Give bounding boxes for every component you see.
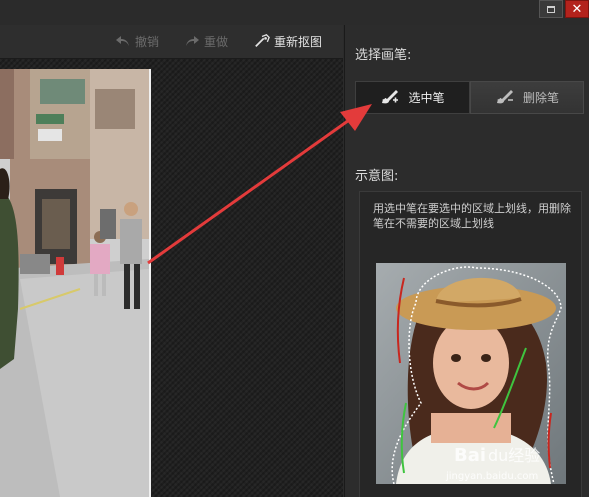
demo-section-title: 示意图: [355, 169, 399, 184]
close-button[interactable]: ✕ [565, 0, 589, 18]
redo-label: 重做 [204, 34, 229, 49]
demo-box: 用选中笔在要选中的区域上划线，用删除笔在不需要的区域上划线 Bai du经验 j… [359, 191, 582, 497]
editor-toolbar: 撤销 重做 重新抠图 [0, 25, 343, 59]
demo-description: 用选中笔在要选中的区域上划线，用删除笔在不需要的区域上划线 [373, 202, 571, 230]
select-pen-button[interactable]: 选中笔 [355, 81, 470, 114]
delete-brush-icon [495, 87, 515, 108]
pen-section-title: 选择画笔: [355, 48, 412, 63]
redo-arrow-icon [184, 33, 200, 49]
delete-pen-label: 删除笔 [522, 91, 559, 105]
brush-panel: 选择画笔: 选中笔 删除笔 示意图: 用选中笔在要选中的区域上划线，用删除笔在不… [344, 25, 589, 497]
svg-text:du经验: du经验 [488, 446, 540, 465]
select-brush-icon [380, 87, 400, 108]
demo-illustration: Bai du经验 jingyan.baidu.com [376, 263, 566, 484]
maximize-icon [547, 5, 555, 13]
redo-button[interactable]: 重做 [184, 32, 228, 50]
select-pen-label: 选中笔 [408, 91, 445, 105]
delete-pen-button[interactable]: 删除笔 [470, 81, 584, 114]
wand-icon [254, 33, 270, 49]
undo-button[interactable]: 撤销 [115, 32, 159, 50]
source-photo[interactable] [0, 69, 151, 497]
undo-arrow-icon [115, 33, 131, 49]
editor-area: 撤销 重做 重新抠图 [0, 25, 343, 497]
close-icon: ✕ [571, 1, 583, 17]
image-canvas[interactable] [0, 59, 343, 497]
recut-button[interactable]: 重新抠图 [254, 32, 322, 50]
svg-text:jingyan.baidu.com: jingyan.baidu.com [445, 471, 538, 482]
undo-label: 撤销 [135, 34, 160, 49]
maximize-button[interactable] [539, 0, 563, 18]
svg-text:Bai: Bai [454, 445, 486, 466]
recut-label: 重新抠图 [274, 34, 323, 49]
